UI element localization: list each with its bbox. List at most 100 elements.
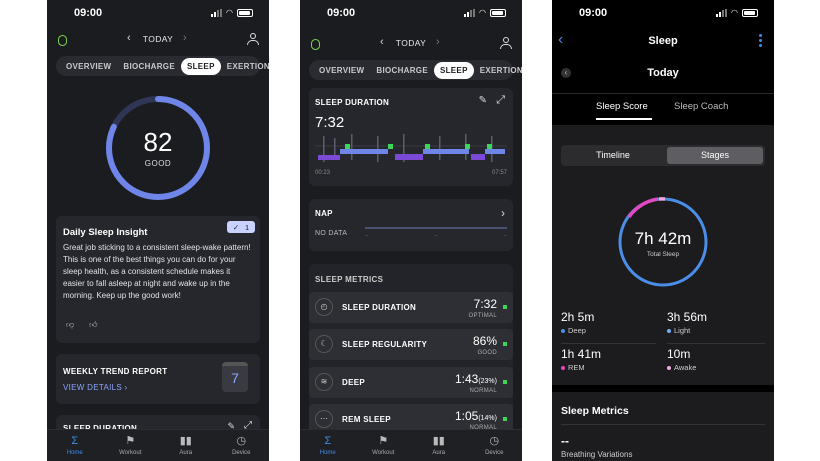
stage-awake: 10m Awake	[667, 347, 697, 372]
bottom-tab-workout[interactable]: ⚑ Workout	[361, 435, 405, 456]
signal-icon	[716, 8, 728, 17]
bottom-tab-device[interactable]: ◷ Device	[472, 435, 516, 456]
status-time: 09:00	[327, 7, 356, 19]
rem-icon: ⋯	[315, 410, 333, 428]
day-label: Today	[647, 67, 679, 79]
bottom-tab-workout[interactable]: ⚑ Workout	[108, 435, 152, 456]
page-title: Sleep	[648, 35, 678, 47]
phone-apple-sleep: 09:00 ◠ ‹ Sleep ‹ Today Sleep Score Slee…	[552, 0, 774, 461]
deep-sleep-icon: ≋	[315, 373, 333, 391]
watch-icon: ◷	[489, 435, 500, 447]
profile-icon[interactable]	[500, 37, 512, 50]
wifi-icon: ◠	[731, 8, 738, 17]
total-sleep-ring: 7h 42m Total Sleep	[618, 197, 708, 287]
signal-icon	[464, 8, 476, 17]
phone-sleep-score: 09:00 ◠ TODAY ‹ › OVERVIEW BIOCHARGE SLE…	[47, 0, 269, 461]
metric-deep[interactable]: ≋ DEEP 1:43(23%) NORMAL	[309, 367, 513, 398]
tab-bar: OVERVIEW BIOCHARGE SLEEP EXERTION	[56, 56, 269, 76]
bottom-tab-aura[interactable]: ▮▮ Aura	[417, 435, 461, 456]
check-icon: ✓	[232, 222, 240, 232]
signal-icon	[211, 8, 223, 17]
more-icon[interactable]	[759, 34, 762, 47]
view-details-link[interactable]: VIEW DETAILS ›	[63, 383, 128, 392]
breathing-label: Breathing Variations	[561, 450, 633, 459]
battery-icon	[742, 8, 758, 17]
nap-bar	[365, 227, 507, 229]
bottom-tab-device[interactable]: ◷ Device	[219, 435, 263, 456]
sleep-score-ring: 82 GOOD	[106, 96, 210, 200]
weekly-trend-title: WEEKLY TREND REPORT	[63, 367, 168, 376]
total-sleep-label: Total Sleep	[647, 251, 680, 258]
tab-overview[interactable]: OVERVIEW	[313, 62, 370, 79]
date-label: TODAY	[395, 38, 427, 48]
segment-sleep-score[interactable]: Sleep Score	[596, 101, 648, 112]
weekly-trend-card[interactable]: WEEKLY TREND REPORT VIEW DETAILS › 7	[56, 354, 260, 404]
thumbs-down-icon[interactable]: 👎︎	[66, 320, 74, 330]
stage-deep: 2h 5m Deep	[561, 310, 595, 335]
sigma-icon: Σ	[324, 435, 332, 447]
bottom-tab-aura[interactable]: ▮▮ Aura	[164, 435, 208, 456]
hypnogram-start: 00:23	[315, 170, 331, 176]
profile-icon[interactable]	[247, 33, 259, 46]
sleep-score-value: 82	[144, 127, 173, 157]
bottom-tab-bar: Σ Home ⚑ Workout ▮▮ Aura ◷ Device	[47, 429, 269, 461]
daily-insight-card[interactable]: Daily Sleep Insight ✓ 1 Great job sticki…	[56, 216, 260, 343]
battery-icon	[237, 8, 253, 17]
status-dot	[503, 417, 507, 421]
nap-value: NO DATA	[315, 230, 348, 237]
chevron-right-icon[interactable]: ›	[183, 32, 187, 44]
status-time: 09:00	[579, 7, 608, 19]
moon-icon: ☾	[315, 335, 333, 353]
status-bar: 09:00 ◠	[300, 0, 522, 24]
phone-sleep-details: 09:00 ◠ TODAY ‹ › OVERVIEW BIOCHARGE SLE…	[300, 0, 522, 461]
status-time: 09:00	[74, 7, 103, 19]
battery-icon	[490, 8, 506, 17]
edit-icon[interactable]: ✎	[479, 95, 487, 106]
sleep-metrics-title: SLEEP METRICS	[315, 275, 384, 284]
chevron-right-icon[interactable]: ›	[436, 36, 440, 48]
sleep-duration-title: SLEEP DURATION	[315, 98, 390, 107]
tab-sleep[interactable]: SLEEP	[433, 61, 474, 79]
bottom-tab-bar: Σ Home ⚑ Workout ▮▮ Aura ◷ Device	[300, 429, 522, 461]
calendar-icon: 7	[222, 362, 248, 392]
tab-overview[interactable]: OVERVIEW	[60, 58, 117, 75]
header: TODAY ‹ ›	[300, 35, 522, 55]
bars-icon: ▮▮	[179, 435, 192, 447]
tab-sleep[interactable]: SLEEP	[180, 57, 221, 75]
bottom-tab-home[interactable]: Σ Home	[53, 435, 97, 456]
nap-card[interactable]: NAP › NO DATA -- -- --	[309, 199, 513, 251]
thumbs-up-icon[interactable]: 👍︎	[89, 320, 97, 330]
sleep-metrics-heading: Sleep Metrics	[561, 405, 629, 417]
tab-biocharge[interactable]: BIOCHARGE	[117, 58, 181, 75]
insight-badge[interactable]: ✓ 1	[227, 221, 255, 233]
chevron-left-icon[interactable]: ‹	[380, 36, 384, 48]
status-bar: 09:00 ◠	[552, 0, 774, 24]
tab-exertion[interactable]: EXERTION	[474, 62, 522, 79]
breathing-value: --	[561, 434, 569, 448]
status-dot	[503, 380, 507, 384]
segment-sleep-coach[interactable]: Sleep Coach	[674, 101, 728, 112]
header: TODAY ‹ ›	[47, 31, 269, 51]
toggle-timeline[interactable]: Timeline	[561, 145, 665, 166]
expand-icon[interactable]: ⤢	[496, 94, 505, 107]
insight-title: Daily Sleep Insight	[63, 227, 148, 238]
hypnogram-end: 07:57	[491, 170, 507, 176]
date-label: TODAY	[142, 34, 174, 44]
bottom-tab-home[interactable]: Σ Home	[306, 435, 350, 456]
tab-biocharge[interactable]: BIOCHARGE	[370, 62, 434, 79]
metric-sleep-duration[interactable]: ◴ SLEEP DURATION 7:32 OPTIMAL	[309, 292, 513, 323]
chevron-right-icon[interactable]: ›	[501, 206, 505, 220]
watch-icon: ◷	[236, 435, 247, 447]
chevron-left-icon[interactable]: ‹	[127, 32, 131, 44]
metric-sleep-regularity[interactable]: ☾ SLEEP REGULARITY 86% GOOD	[309, 329, 513, 360]
wifi-icon: ◠	[479, 8, 486, 17]
stage-light: 3h 56m Light	[667, 310, 708, 335]
tab-exertion[interactable]: EXERTION	[221, 58, 269, 75]
sleep-duration-card[interactable]: SLEEP DURATION ✎ ⤢ 7:32 00:23 07:57	[309, 88, 513, 186]
toggle-stages[interactable]: Stages	[667, 147, 763, 164]
status-bar: 09:00 ◠	[47, 0, 269, 24]
status-dot	[503, 342, 507, 346]
runner-icon: ⚑	[378, 435, 389, 447]
stage-rem: 1h 41m REM	[561, 347, 602, 372]
runner-icon: ⚑	[125, 435, 136, 447]
